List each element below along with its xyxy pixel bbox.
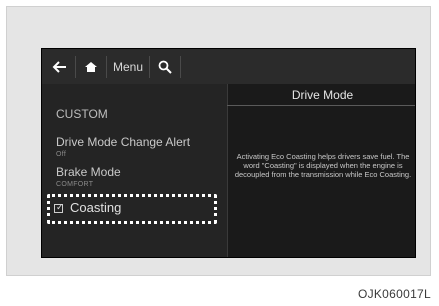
menu-label: Menu xyxy=(113,59,144,74)
description-text: Activating Eco Coasting helps drivers sa… xyxy=(234,152,412,179)
home-icon xyxy=(85,61,97,72)
top-toolbar: Menu xyxy=(42,49,415,84)
setting-item-value: Off xyxy=(56,151,67,158)
setting-item-label: Brake Mode xyxy=(56,165,121,179)
back-arrow-icon xyxy=(52,60,66,73)
toolbar-divider xyxy=(180,55,182,78)
search-button[interactable] xyxy=(150,49,180,84)
figure-caption: OJK060017L xyxy=(357,287,431,301)
back-button[interactable] xyxy=(42,49,75,84)
setting-item-label: Drive Mode Change Alert xyxy=(56,135,191,149)
check-icon: ✓ xyxy=(56,202,64,212)
home-button[interactable] xyxy=(76,49,106,84)
section-title: CUSTOM xyxy=(56,107,108,121)
nav-button-group: Menu xyxy=(42,49,182,84)
panel-title-divider xyxy=(227,105,415,106)
infotainment-screen: Menu Drive Mode CUSTOM Drive Mode Change… xyxy=(41,48,416,258)
coasting-checkbox[interactable]: ✓ xyxy=(54,202,64,213)
menu-button[interactable]: Menu xyxy=(107,49,149,84)
coasting-label: Coasting xyxy=(70,200,122,215)
search-icon xyxy=(158,60,172,74)
setting-item-value: COMFORT xyxy=(56,181,94,188)
panel-title: Drive Mode xyxy=(227,84,415,106)
